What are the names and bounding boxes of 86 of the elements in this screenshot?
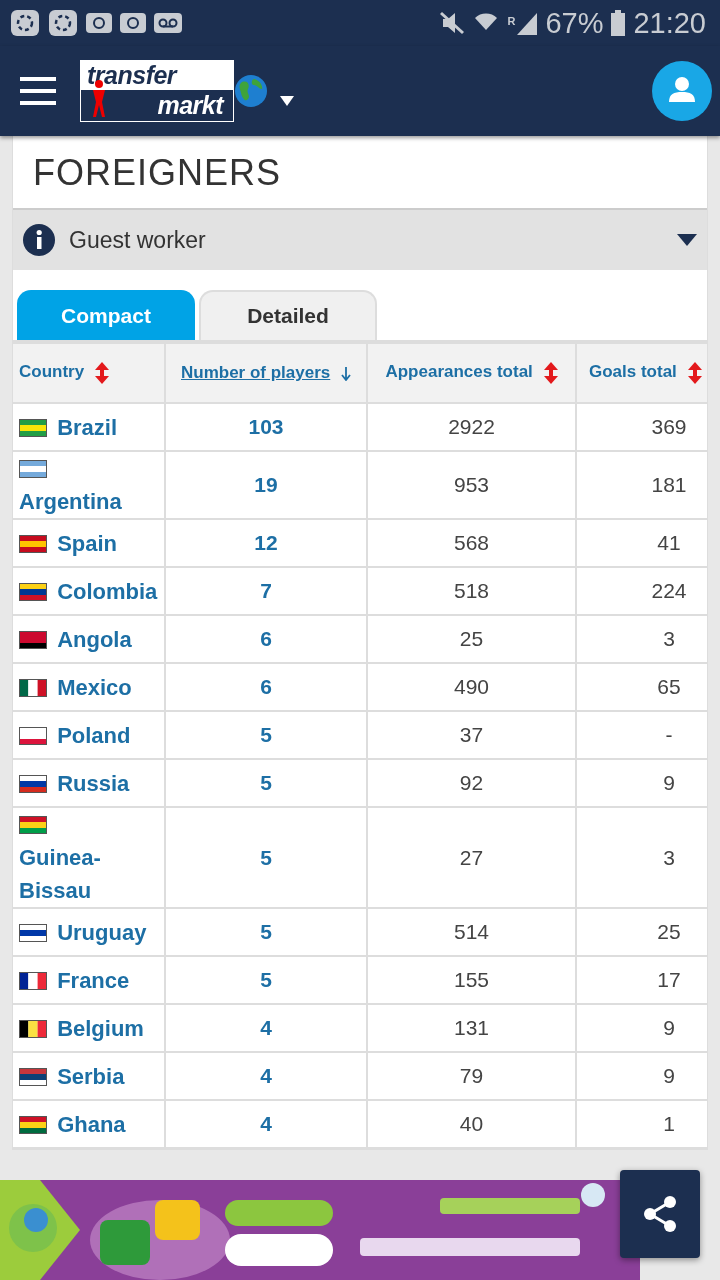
globe-icon[interactable]	[234, 74, 268, 108]
info-label: Guest worker	[69, 226, 207, 254]
country-link[interactable]: France	[57, 963, 130, 997]
flag-icon	[19, 971, 47, 990]
voicemail-icon	[154, 13, 182, 33]
country-link[interactable]: Uruguay	[57, 915, 147, 949]
email-icon	[86, 13, 112, 33]
table-cell: 25	[367, 615, 576, 663]
flag-icon	[19, 726, 47, 745]
country-link[interactable]: Mexico	[57, 670, 132, 704]
players-link[interactable]: 5	[260, 723, 272, 746]
page-title: FOREIGNERS	[32, 151, 283, 195]
sync-icon	[48, 9, 78, 37]
table-cell: 131	[367, 1004, 576, 1052]
table-cell: 514	[367, 908, 576, 956]
country-link[interactable]: Serbia	[57, 1059, 125, 1093]
flag-icon	[19, 460, 47, 478]
column-header[interactable]: Country	[13, 343, 165, 403]
players-link[interactable]: 5	[260, 920, 272, 943]
players-link[interactable]: 6	[260, 627, 272, 650]
info-icon	[23, 224, 55, 256]
country-link[interactable]: Brazil	[57, 410, 118, 444]
share-button[interactable]	[620, 1170, 700, 1258]
players-link[interactable]: 5	[260, 771, 272, 794]
players-link[interactable]: 5	[260, 845, 272, 869]
country-link[interactable]: Poland	[57, 718, 131, 752]
players-link[interactable]: 4	[260, 1064, 272, 1087]
logo[interactable]: transfer markt	[80, 60, 234, 122]
table-cell: 37	[367, 711, 576, 759]
players-link[interactable]: 19	[254, 473, 278, 496]
caret-icon[interactable]	[280, 96, 294, 106]
email-icon	[120, 13, 146, 33]
table-cell: 490	[367, 663, 576, 711]
country-link[interactable]: Angola	[57, 622, 132, 656]
network-label: R	[507, 14, 516, 27]
table-cell: 568	[367, 519, 576, 567]
country-link[interactable]: Colombia	[57, 574, 158, 608]
players-link[interactable]: 4	[260, 1016, 272, 1039]
table-cell: 2922	[367, 403, 576, 451]
flag-icon	[19, 1067, 47, 1086]
flag-icon	[19, 1115, 47, 1134]
flag-icon	[19, 582, 47, 601]
country-link[interactable]: Ghana	[57, 1107, 126, 1141]
share-icon	[642, 1195, 678, 1233]
country-link[interactable]: Russia	[57, 766, 130, 800]
battery-percent: 67%	[545, 6, 604, 40]
info-bar[interactable]: Guest worker	[13, 208, 707, 270]
table-cell: 92	[367, 759, 576, 807]
players-link[interactable]: 4	[260, 1112, 272, 1135]
table-cell: 953	[367, 451, 576, 519]
country-link[interactable]: Argentina	[19, 485, 122, 518]
flag-icon	[19, 774, 47, 793]
mute-icon	[439, 10, 466, 36]
clock: 21:20	[633, 6, 706, 40]
flag-icon	[19, 630, 47, 649]
table-cell: 79	[367, 1052, 576, 1100]
players-link[interactable]: 12	[254, 531, 278, 554]
column-header[interactable]: Number of players	[165, 343, 367, 403]
signal-icon	[515, 11, 538, 35]
flag-icon	[19, 678, 47, 697]
tab[interactable]: Detailed	[199, 290, 377, 340]
menu-icon[interactable]	[20, 77, 56, 105]
country-link[interactable]: Belgium	[57, 1011, 144, 1045]
country-link[interactable]: Guinea-Bissau	[19, 841, 158, 907]
column-header[interactable]: Goals total	[576, 343, 707, 403]
flag-icon	[19, 534, 47, 553]
column-header[interactable]: Appearances total	[367, 343, 576, 403]
table-cell: 40	[367, 1100, 576, 1148]
players-link[interactable]: 5	[260, 968, 272, 991]
flag-icon	[19, 816, 47, 834]
table-cell: 518	[367, 567, 576, 615]
flag-icon	[19, 418, 47, 437]
country-link[interactable]: Spain	[57, 526, 118, 560]
flag-icon	[19, 1019, 47, 1038]
user-icon[interactable]	[652, 61, 712, 121]
table-cell: 155	[367, 956, 576, 1004]
logo-text: transfer	[81, 61, 233, 90]
flag-icon	[19, 923, 47, 942]
sync-icon	[10, 9, 40, 37]
players-link[interactable]: 103	[248, 415, 284, 438]
players-link[interactable]: 7	[260, 579, 272, 602]
battery-icon	[611, 10, 626, 36]
players-link[interactable]: 6	[260, 675, 272, 698]
logo-text: markt	[157, 90, 226, 120]
table-cell: 27	[367, 807, 576, 908]
tab[interactable]: Compact	[17, 290, 195, 340]
